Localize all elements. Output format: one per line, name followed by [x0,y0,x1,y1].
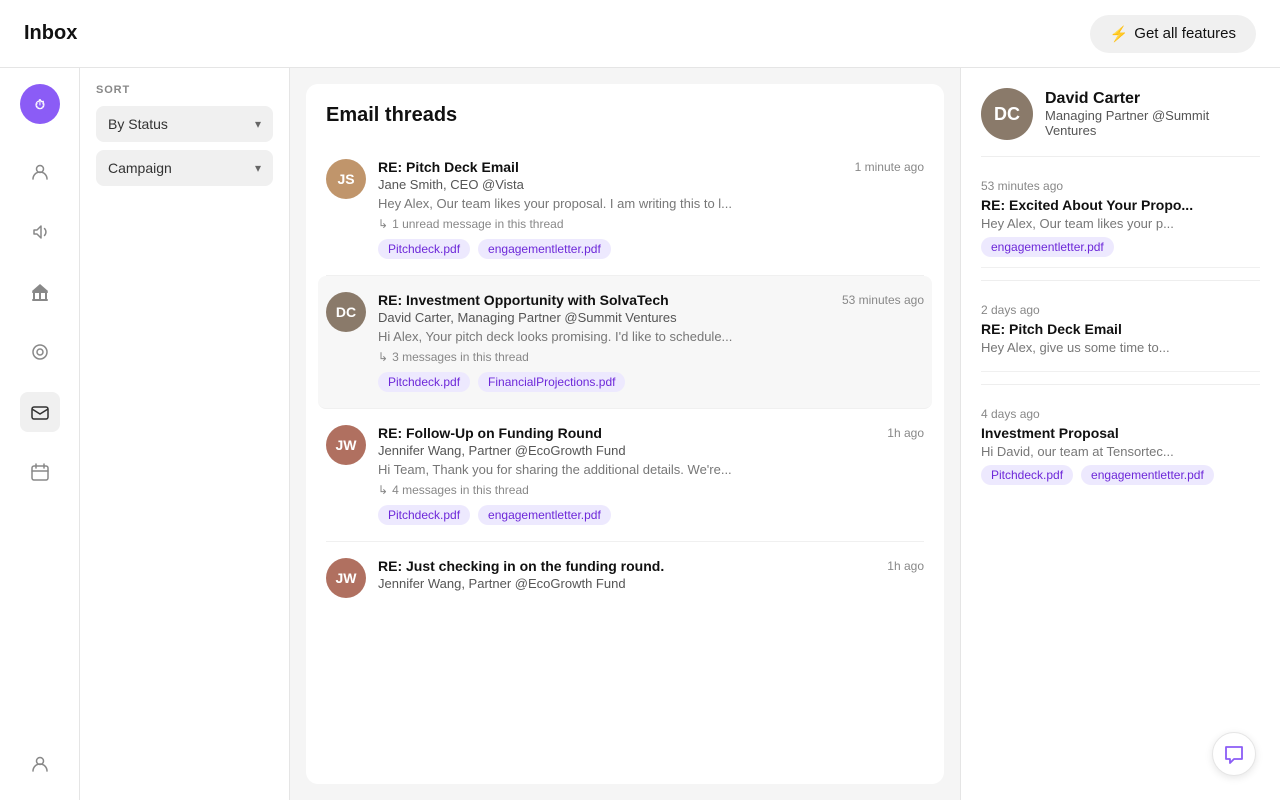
sort-label: SORT [96,84,273,96]
thread-subject: RE: Just checking in on the funding roun… [378,558,664,574]
app-header: Inbox ⚡ Get all features [0,0,1280,68]
bolt-icon: ⚡ [1110,25,1129,43]
attachments: Pitchdeck.pdf engagementletter.pdf [378,239,924,259]
thread-meta: 4 messages in this thread [378,483,924,497]
thread-preview: Hey Alex, Our team likes your proposal. … [378,196,924,211]
attachment-tag[interactable]: engagementletter.pdf [981,237,1114,257]
divider [981,156,1260,157]
contact-title: Managing Partner @Summit Ventures [1045,108,1260,138]
detail-time: 4 days ago [981,407,1260,421]
speaker-nav-icon[interactable] [20,212,60,252]
mail-nav-icon[interactable] [20,392,60,432]
avatar: JW [326,558,366,598]
attachments: engagementletter.pdf [981,237,1260,257]
thread-time: 1h ago [887,559,924,573]
avatar: DC [326,292,366,332]
detail-subject: Investment Proposal [981,425,1260,441]
table-row[interactable]: JW RE: Just checking in on the funding r… [326,542,924,614]
page-title: Inbox [24,22,77,45]
thread-sender: Jennifer Wang, Partner @EcoGrowth Fund [378,443,924,458]
attachments: Pitchdeck.pdf FinancialProjections.pdf [378,372,924,392]
thread-subject: RE: Pitch Deck Email [378,159,519,175]
contact-avatar: DC [981,88,1033,140]
attachment-tag[interactable]: Pitchdeck.pdf [378,239,470,259]
attachment-tag[interactable]: FinancialProjections.pdf [478,372,625,392]
table-row[interactable]: DC RE: Investment Opportunity with Solva… [318,276,932,409]
profile-nav-icon[interactable] [20,152,60,192]
threads-panel: Email threads JS RE: Pitch Deck Email 1 … [290,68,960,800]
thread-preview: Hi Team, Thank you for sharing the addit… [378,462,924,477]
thread-sender: David Carter, Managing Partner @Summit V… [378,310,924,325]
get-features-button[interactable]: ⚡ Get all features [1090,15,1256,53]
thread-meta: 3 messages in this thread [378,350,924,364]
attachments: Pitchdeck.pdf engagementletter.pdf [981,465,1260,485]
brand-logo[interactable]: ⏱ [20,84,60,124]
chevron-down-icon: ▾ [255,161,261,175]
avatar: JS [326,159,366,199]
thread-preview: Hi Alex, Your pitch deck looks promising… [378,329,924,344]
sidebar: ⏱ [0,68,80,800]
avatar: JW [326,425,366,465]
attachments: Pitchdeck.pdf engagementletter.pdf [378,505,924,525]
bank-nav-icon[interactable] [20,272,60,312]
calendar-nav-icon[interactable] [20,452,60,492]
thread-sender: Jane Smith, CEO @Vista [378,177,924,192]
chat-icon [1223,743,1245,765]
svg-text:⏱: ⏱ [34,97,44,112]
chart-nav-icon[interactable] [20,332,60,372]
detail-subject: RE: Excited About Your Propo... [981,197,1260,213]
by-status-dropdown[interactable]: By Status ▾ [96,106,273,142]
detail-subject: RE: Pitch Deck Email [981,321,1260,337]
detail-thread[interactable]: 53 minutes ago RE: Excited About Your Pr… [981,169,1260,268]
attachment-tag[interactable]: engagementletter.pdf [1081,465,1214,485]
table-row[interactable]: JW RE: Follow-Up on Funding Round 1h ago… [326,409,924,542]
thread-time: 1 minute ago [855,160,924,174]
attachment-tag[interactable]: Pitchdeck.pdf [378,372,470,392]
thread-subject: RE: Follow-Up on Funding Round [378,425,602,441]
thread-time: 53 minutes ago [842,293,924,307]
thread-meta: 1 unread message in this thread [378,217,924,231]
left-filter-panel: SORT By Status ▾ Campaign ▾ [80,68,290,800]
detail-preview: Hey Alex, give us some time to... [981,340,1260,355]
detail-time: 53 minutes ago [981,179,1260,193]
attachment-tag[interactable]: Pitchdeck.pdf [981,465,1073,485]
detail-thread[interactable]: 2 days ago RE: Pitch Deck Email Hey Alex… [981,293,1260,372]
thread-subject: RE: Investment Opportunity with SolvaTec… [378,292,669,308]
attachment-tag[interactable]: engagementletter.pdf [478,239,611,259]
table-row[interactable]: JS RE: Pitch Deck Email 1 minute ago Jan… [326,143,924,276]
main-layout: ⏱ SORT By Status ▾ Cam [0,68,1280,800]
threads-card: Email threads JS RE: Pitch Deck Email 1 … [306,84,944,784]
detail-preview: Hi David, our team at Tensortec... [981,444,1260,459]
contact-name: David Carter [1045,90,1260,108]
contact-header: DC David Carter Managing Partner @Summit… [981,88,1260,140]
attachment-tag[interactable]: Pitchdeck.pdf [378,505,470,525]
threads-title: Email threads [326,104,924,127]
detail-preview: Hey Alex, Our team likes your p... [981,216,1260,231]
chevron-down-icon: ▾ [255,117,261,131]
thread-time: 1h ago [887,426,924,440]
detail-time: 2 days ago [981,303,1260,317]
detail-thread[interactable]: 4 days ago Investment Proposal Hi David,… [981,397,1260,495]
thread-sender: Jennifer Wang, Partner @EcoGrowth Fund [378,576,924,591]
detail-panel: DC David Carter Managing Partner @Summit… [960,68,1280,800]
campaign-dropdown[interactable]: Campaign ▾ [96,150,273,186]
divider [981,384,1260,385]
chat-bubble-button[interactable] [1212,732,1256,776]
divider [981,280,1260,281]
attachment-tag[interactable]: engagementletter.pdf [478,505,611,525]
user-profile-icon[interactable] [20,744,60,784]
